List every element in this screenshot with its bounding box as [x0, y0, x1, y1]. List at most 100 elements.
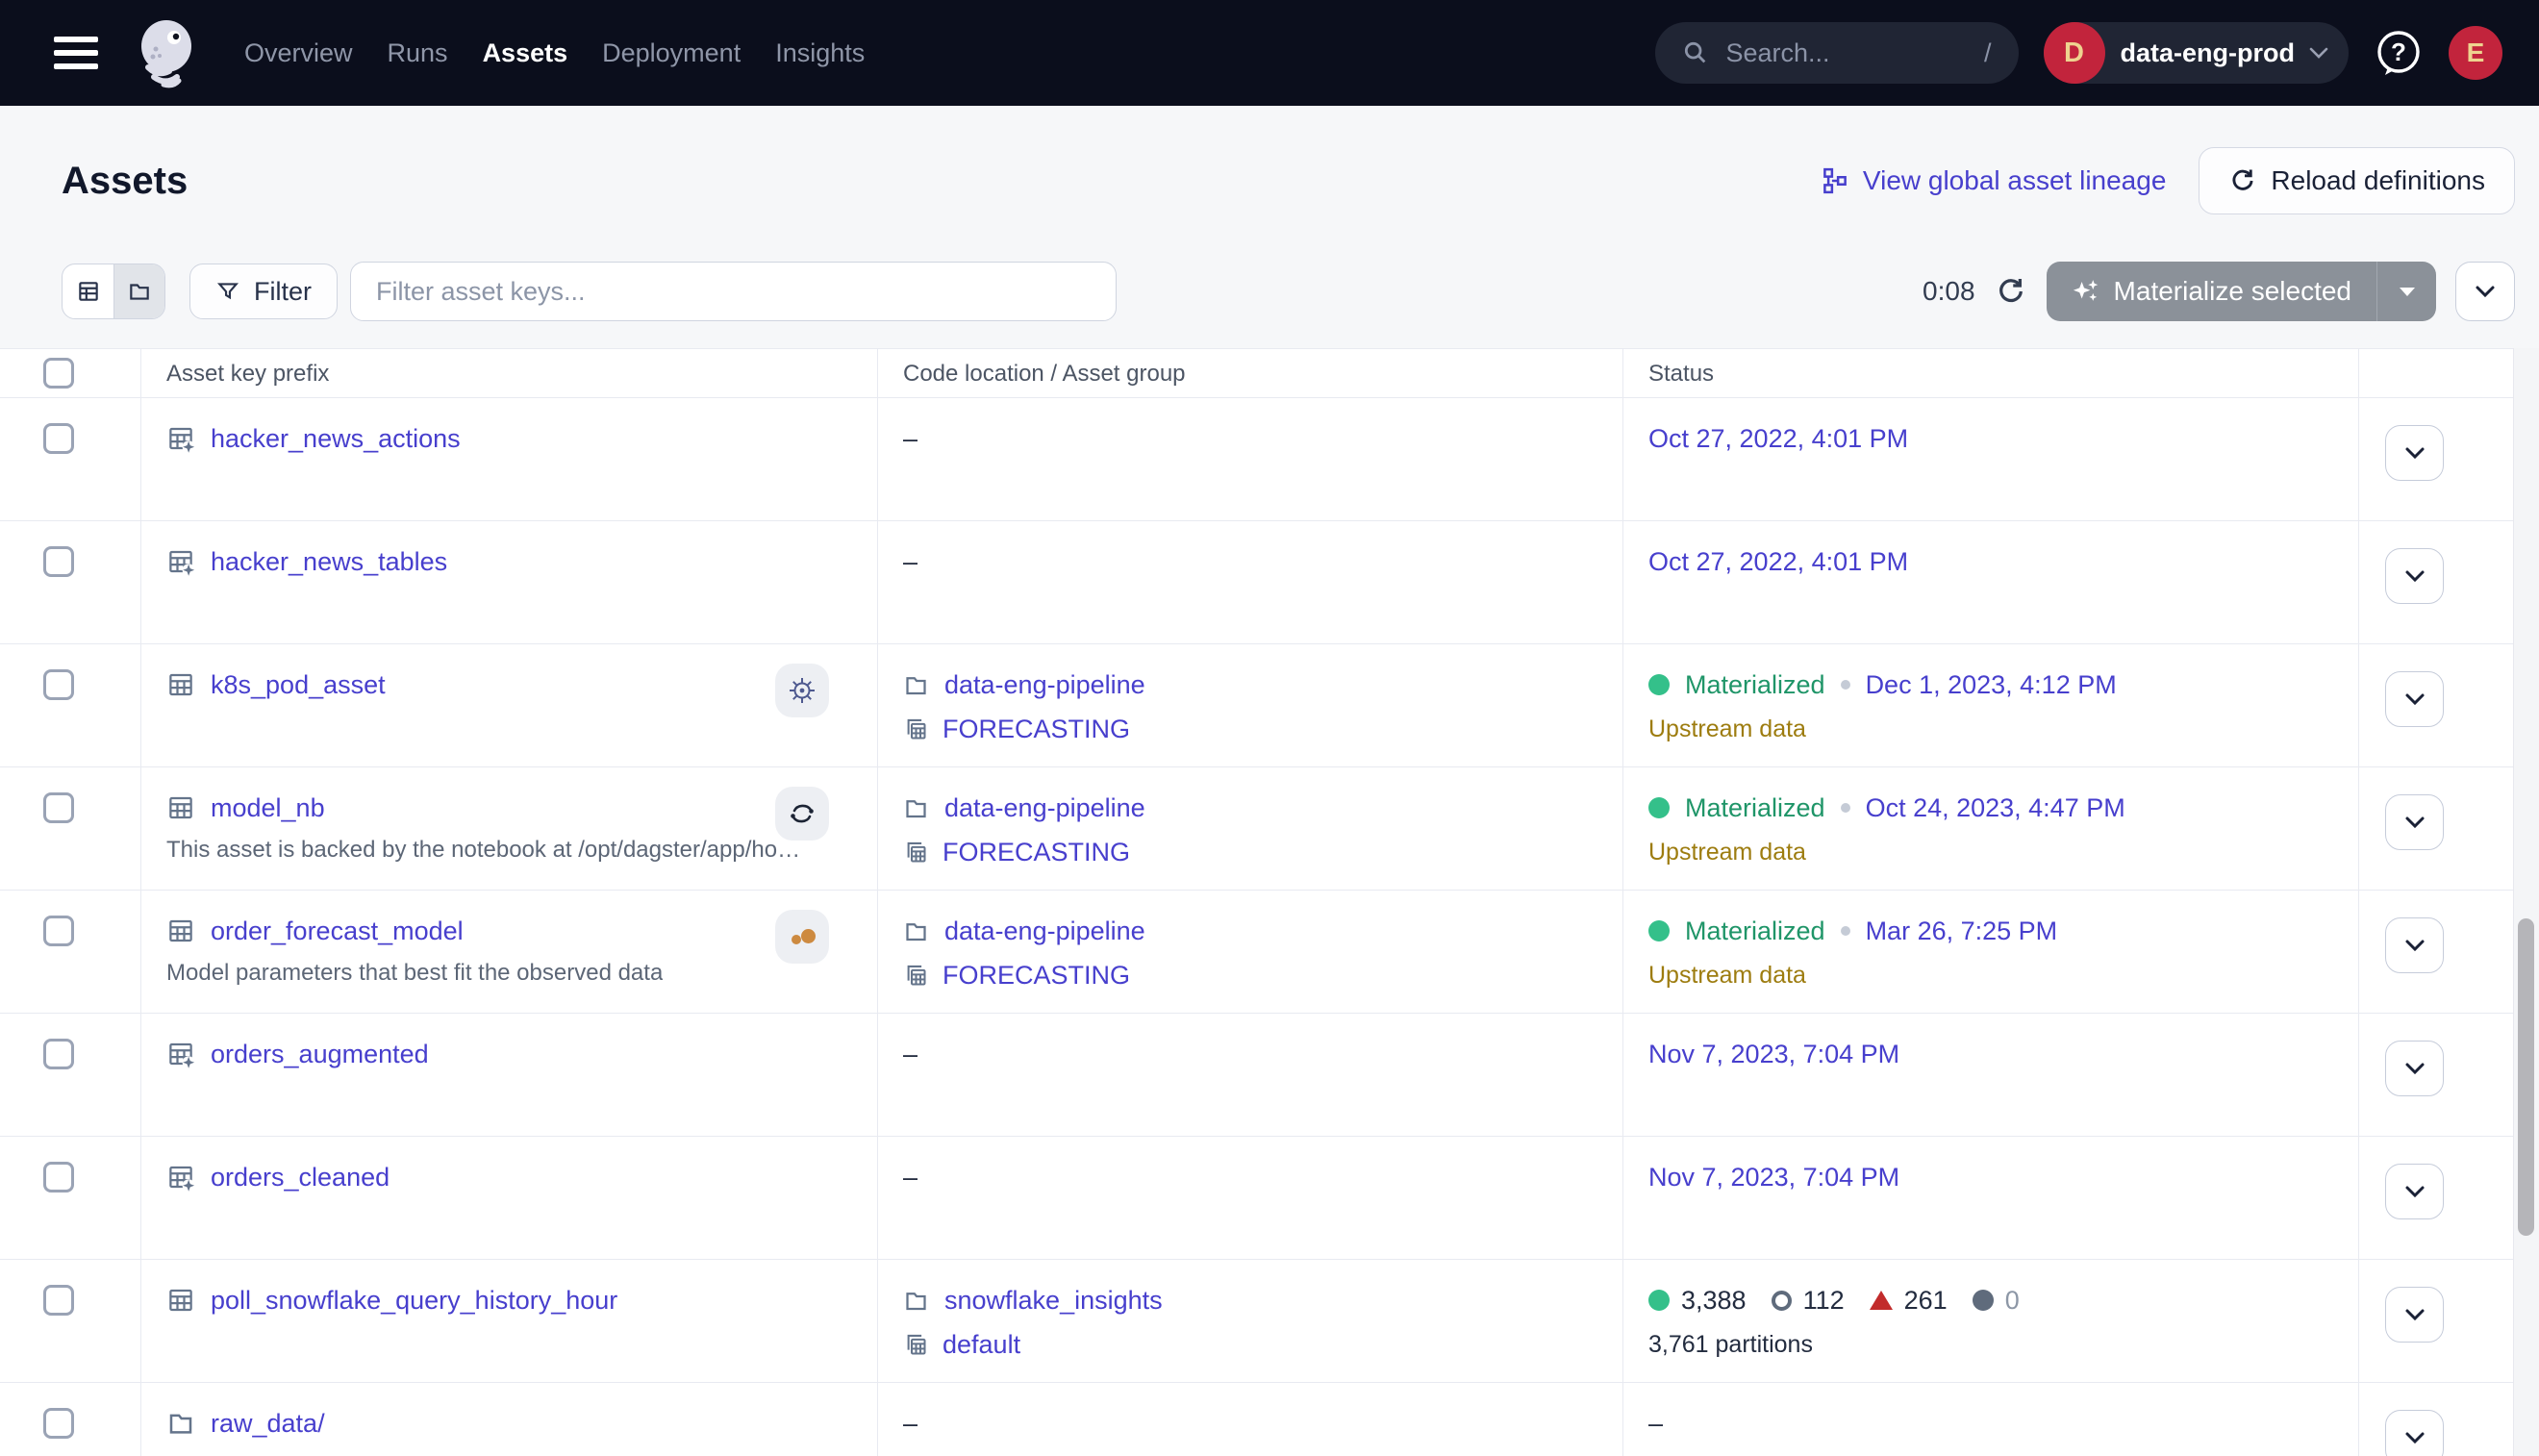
expand-row-button[interactable] [2385, 425, 2444, 481]
row-checkbox[interactable] [43, 1408, 74, 1439]
expand-row-button[interactable] [2385, 548, 2444, 604]
asset-key-line: hacker_news_tables [166, 540, 447, 583]
code-location-cell: – [878, 1137, 1623, 1259]
asset-link[interactable]: hacker_news_tables [211, 547, 447, 577]
asset-group-link[interactable]: FORECASTING [943, 961, 1130, 991]
code-location-link[interactable]: data-eng-pipeline [944, 916, 1145, 946]
asset-key-cell: k8s_pod_asset [141, 644, 878, 766]
row-checkbox[interactable] [43, 792, 74, 823]
collapse-all-button[interactable] [2455, 262, 2515, 321]
help-icon[interactable]: ? [2374, 28, 2424, 78]
expand-row-button[interactable] [2385, 1164, 2444, 1219]
dots-badge [775, 910, 829, 964]
asset-link[interactable]: orders_cleaned [211, 1163, 390, 1192]
row-checkbox[interactable] [43, 916, 74, 946]
code-location-line: data-eng-pipeline [903, 664, 1145, 706]
table-header-row: Asset key prefix Code location / Asset g… [0, 349, 2513, 398]
scrollbar-track[interactable] [2513, 348, 2539, 1456]
code-location-cell: – [878, 521, 1623, 643]
dagster-logo[interactable] [135, 17, 198, 88]
partition-count-value: 261 [1904, 1286, 1948, 1316]
refresh-icon[interactable] [1995, 275, 2027, 308]
asset-group-link[interactable]: default [943, 1330, 1020, 1360]
menu-icon[interactable] [54, 37, 98, 69]
asset-link[interactable]: hacker_news_actions [211, 424, 461, 454]
asset-link[interactable]: k8s_pod_asset [211, 670, 386, 700]
materialization-date-link[interactable]: Oct 24, 2023, 4:47 PM [1866, 793, 2125, 823]
nav-item-runs[interactable]: Runs [388, 38, 448, 68]
nav-item-assets[interactable]: Assets [483, 38, 568, 68]
flat-view-button[interactable] [63, 264, 113, 318]
view-global-asset-lineage-link[interactable]: View global asset lineage [1821, 165, 2166, 196]
nav-item-deployment[interactable]: Deployment [602, 38, 741, 68]
asset-link[interactable]: raw_data/ [211, 1409, 325, 1439]
asset-group-link[interactable]: FORECASTING [943, 715, 1130, 744]
row-checkbox[interactable] [43, 423, 74, 454]
empty-value: – [903, 1156, 918, 1198]
nav-item-insights[interactable]: Insights [775, 38, 865, 68]
view-toggle [62, 264, 165, 319]
refresh-timer: 0:08 [1923, 276, 1975, 307]
expand-row-button[interactable] [2385, 917, 2444, 973]
table-view-icon [76, 279, 101, 304]
code-location-cell: data-eng-pipeline FORECASTING [878, 644, 1623, 766]
materialization-date-link[interactable]: Mar 26, 7:25 PM [1866, 916, 2058, 946]
asset-link[interactable]: order_forecast_model [211, 916, 464, 946]
expand-row-button[interactable] [2385, 794, 2444, 850]
asset-link[interactable]: model_nb [211, 793, 325, 823]
column-header-asset-key-prefix: Asset key prefix [166, 349, 329, 398]
row-checkbox[interactable] [43, 1162, 74, 1192]
partition-count-missing: 112 [1772, 1286, 1845, 1316]
deployment-switcher[interactable]: D data-eng-prod [2044, 22, 2350, 84]
partition-counts: 3,3881122610 [1648, 1279, 2029, 1321]
materialization-status-line: Oct 27, 2022, 4:01 PM [1648, 417, 1908, 460]
row-checkbox[interactable] [43, 1039, 74, 1069]
folder-icon [166, 1409, 195, 1438]
scrollbar-thumb[interactable] [2518, 918, 2534, 1236]
asset-description: Model parameters that best fit the obser… [166, 960, 663, 987]
asset-key-cell: poll_snowflake_query_history_hour [141, 1260, 878, 1382]
materialization-date-link[interactable]: Oct 27, 2022, 4:01 PM [1648, 547, 1908, 577]
row-checkbox[interactable] [43, 669, 74, 700]
materialization-date-link[interactable]: Nov 7, 2023, 7:04 PM [1648, 1163, 1899, 1192]
expand-row-button[interactable] [2385, 671, 2444, 727]
materialized-label: Materialized [1685, 793, 1825, 823]
materialization-date-link[interactable]: Dec 1, 2023, 4:12 PM [1866, 670, 2117, 700]
select-all-checkbox[interactable] [43, 358, 74, 389]
page-title: Assets [62, 160, 188, 203]
reload-definitions-button[interactable]: Reload definitions [2199, 147, 2515, 214]
directory-view-button[interactable] [113, 264, 164, 318]
asset-group-icon [903, 963, 929, 989]
materialize-selected-button[interactable]: Materialize selected [2047, 262, 2436, 321]
row-checkbox[interactable] [43, 1285, 74, 1316]
row-select-cell [0, 1383, 141, 1456]
status-cell: – [1623, 1383, 2359, 1456]
expand-row-button[interactable] [2385, 1041, 2444, 1096]
expand-row-button[interactable] [2385, 1287, 2444, 1343]
folder-icon [903, 1288, 929, 1314]
user-avatar[interactable]: E [2449, 26, 2502, 80]
filter-button[interactable]: Filter [189, 264, 338, 319]
separator-dot-icon [1841, 926, 1850, 936]
code-location-link[interactable]: data-eng-pipeline [944, 670, 1145, 700]
materialized-label: Materialized [1685, 670, 1825, 700]
asset-link[interactable]: orders_augmented [211, 1040, 429, 1069]
materialization-date-link[interactable]: Nov 7, 2023, 7:04 PM [1648, 1040, 1899, 1069]
materialize-options-caret[interactable] [2376, 262, 2436, 321]
materialization-status-line: MaterializedMar 26, 7:25 PM [1648, 910, 2057, 952]
nav-item-overview[interactable]: Overview [244, 38, 353, 68]
row-checkbox[interactable] [43, 546, 74, 577]
code-location-link[interactable]: snowflake_insights [944, 1286, 1163, 1316]
table-sparkle-icon [166, 1163, 195, 1192]
global-search[interactable]: Search... / [1655, 22, 2019, 84]
asset-link[interactable]: poll_snowflake_query_history_hour [211, 1286, 617, 1316]
code-location-cell: snowflake_insightsdefault [878, 1260, 1623, 1382]
code-location-link[interactable]: data-eng-pipeline [944, 793, 1145, 823]
code-location-cell: – [878, 398, 1623, 520]
expand-row-button[interactable] [2385, 1410, 2444, 1456]
code-location-cell: data-eng-pipeline FORECASTING [878, 767, 1623, 890]
materialization-date-link[interactable]: Oct 27, 2022, 4:01 PM [1648, 424, 1908, 454]
status-cell: Oct 27, 2022, 4:01 PM [1623, 398, 2359, 520]
filter-asset-keys-input[interactable] [350, 262, 1117, 321]
asset-group-link[interactable]: FORECASTING [943, 838, 1130, 867]
